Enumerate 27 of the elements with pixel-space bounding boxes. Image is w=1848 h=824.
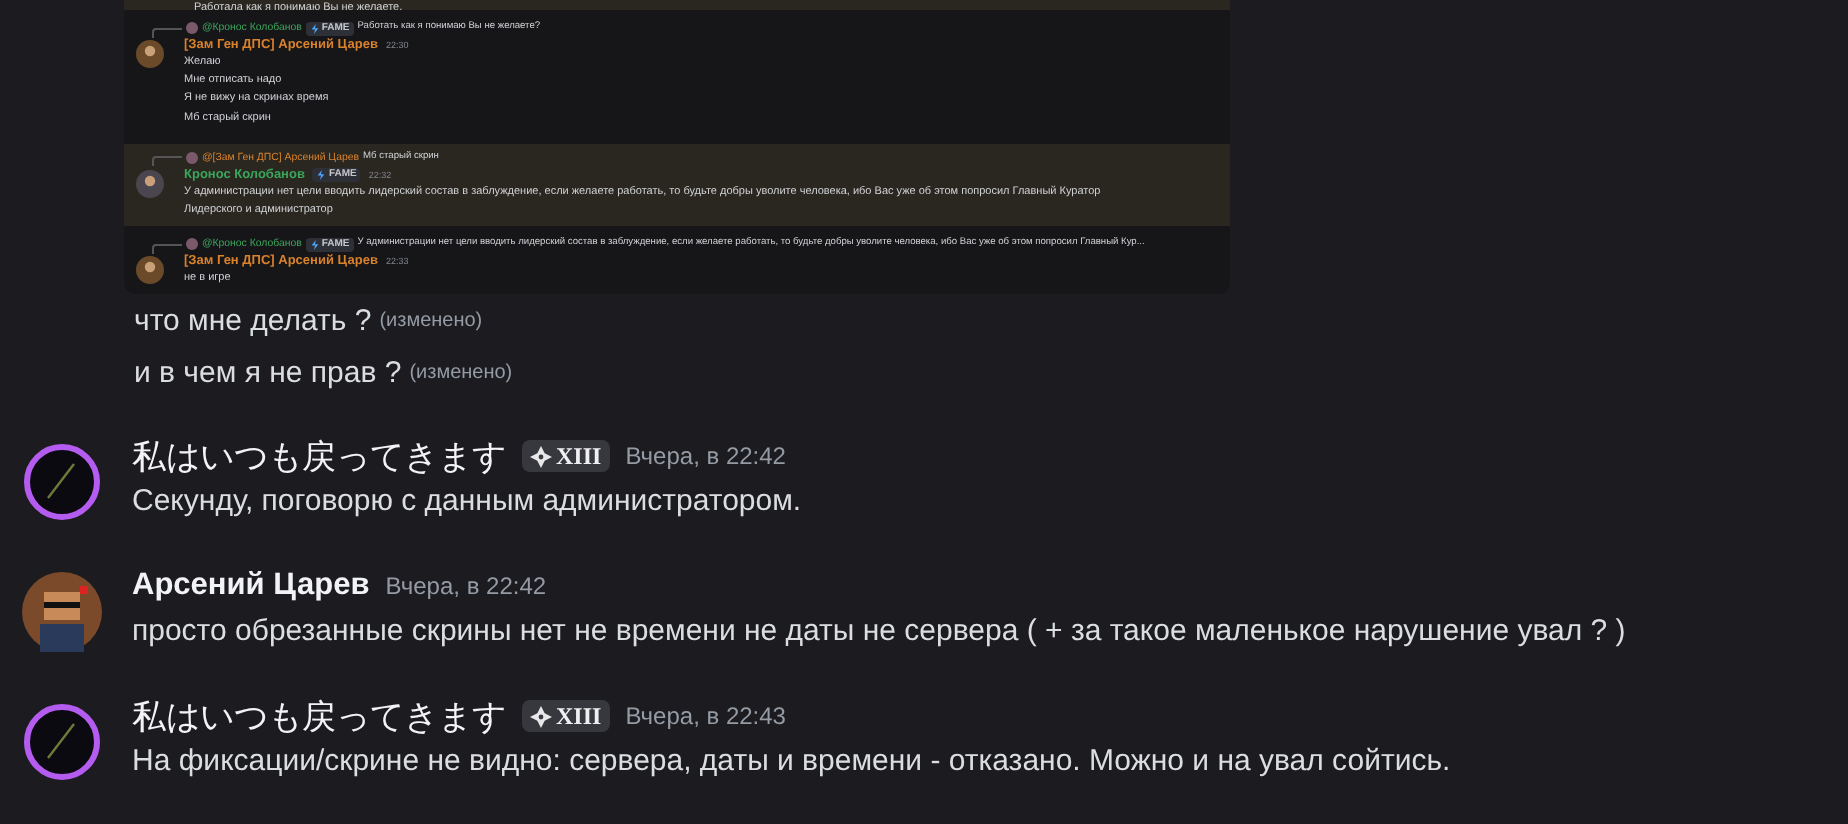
avatar-icon — [136, 40, 164, 68]
reply-connector — [152, 156, 182, 167]
avatar-icon — [186, 238, 198, 251]
message-text: и в чем я не прав ? — [134, 355, 402, 389]
author-name: Арсений Царев — [132, 568, 370, 604]
message-text: На фиксации/скрине не видно: сервера, даты и времени - отказано. Можно и на увал сойтись. — [132, 744, 1451, 778]
author-name: 私はいつも戻ってきます — [132, 695, 506, 739]
avatar-icon — [22, 442, 102, 522]
timestamp: Вчера, в 22:43 — [625, 702, 786, 730]
avatar-icon — [136, 256, 164, 285]
avatar-icon — [22, 702, 102, 782]
timestamp: Вчера, в 22:42 — [385, 572, 547, 600]
reply-connector — [152, 243, 182, 254]
tag-label: XIII — [556, 701, 602, 731]
avatar-icon — [186, 22, 198, 34]
avatar-icon — [186, 151, 198, 164]
reply-connector — [152, 27, 182, 37]
avatar-icon — [22, 572, 102, 652]
tag-label: XIII — [556, 441, 602, 471]
edited-label: (изменено) — [379, 309, 483, 331]
edited-label: (изменено) — [409, 361, 513, 383]
avatar-icon — [136, 169, 164, 198]
message-text: что мне делать ? — [134, 303, 372, 337]
message-text: просто обрезанные скрины нет не времени не даты не сервера ( + за такое маленькое нарушение увал ? ) — [132, 614, 1626, 648]
message-text: Секунду, поговорю с данным администратором. — [132, 484, 802, 518]
timestamp: Вчера, в 22:42 — [625, 442, 786, 470]
author-name: 私はいつも戻ってきます — [132, 435, 506, 479]
